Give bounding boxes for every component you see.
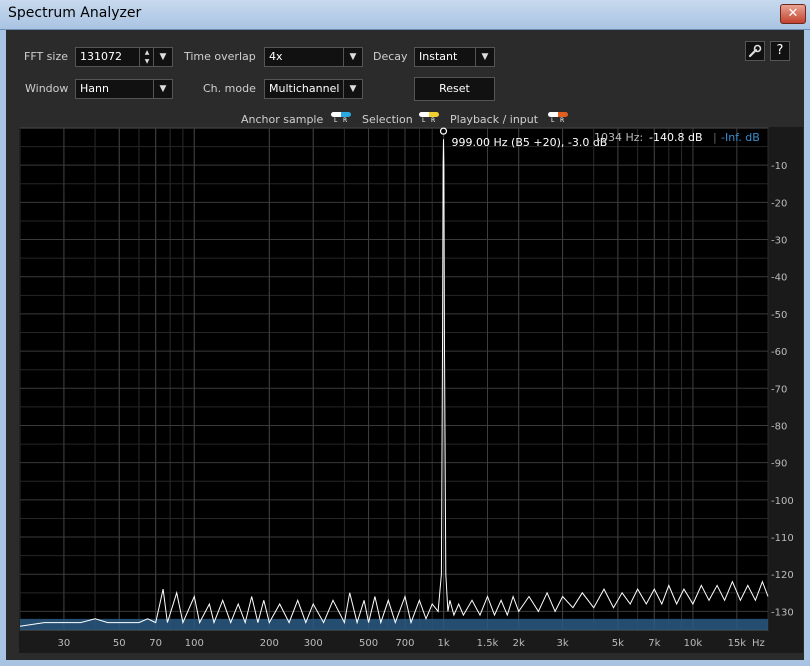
decay-select[interactable]: Instant ▼ bbox=[414, 47, 495, 67]
chevron-down-icon[interactable]: ▼ bbox=[343, 48, 362, 66]
x-tick-label: 5k bbox=[612, 638, 624, 649]
readout-right: -Inf. dB bbox=[721, 131, 760, 144]
y-tick-label: -120 bbox=[771, 570, 794, 581]
readout-freq: 1034 Hz: bbox=[594, 131, 643, 144]
x-tick-label: 30 bbox=[58, 638, 71, 649]
time-overlap-select[interactable]: 4x ▼ bbox=[264, 47, 363, 67]
y-tick-label: -30 bbox=[771, 236, 787, 247]
time-overlap-value: 4x bbox=[269, 50, 283, 63]
y-tick-label: -130 bbox=[771, 607, 794, 618]
y-tick-label: -70 bbox=[771, 384, 787, 395]
spectrum-plot[interactable]: 30 50 70 100 200 300 500 700 1k 1.5k 2k 3k 5k 7k 10k 15… bbox=[19, 127, 803, 653]
help-button[interactable]: ? bbox=[770, 41, 790, 61]
y-tick-label: -80 bbox=[771, 421, 787, 432]
x-tick-label: 100 bbox=[185, 638, 204, 649]
x-tick-label: 300 bbox=[304, 638, 323, 649]
x-tick-label: 3k bbox=[556, 638, 568, 649]
chevron-down-icon[interactable]: ▼ bbox=[343, 80, 362, 98]
legend-anchor-label: Anchor sample bbox=[241, 113, 324, 126]
y-tick-label: -20 bbox=[771, 198, 787, 209]
legend-selection-badge: LR bbox=[419, 112, 439, 124]
decay-label: Decay bbox=[373, 50, 408, 63]
legend-playback-label: Playback / input bbox=[450, 113, 539, 126]
decay-value: Instant bbox=[419, 50, 458, 63]
main-panel: FFT size 131072 ▲ ▼ ▼ Time overlap 4x ▼ D… bbox=[6, 30, 804, 660]
y-tick-label: -90 bbox=[771, 459, 787, 470]
readout-level: -140.8 dB bbox=[649, 131, 703, 144]
wrench-icon bbox=[748, 44, 762, 62]
legend-selection-label: Selection bbox=[362, 113, 413, 126]
x-tick-label: 500 bbox=[359, 638, 378, 649]
question-icon: ? bbox=[776, 43, 784, 58]
close-icon: ✕ bbox=[787, 6, 799, 21]
x-tick-label: 50 bbox=[113, 638, 126, 649]
x-tick-label: 70 bbox=[149, 638, 162, 649]
time-overlap-label: Time overlap bbox=[184, 50, 256, 63]
window-fn-value: Hann bbox=[80, 82, 109, 95]
fft-size-value: 131072 bbox=[80, 50, 122, 63]
x-tick-label: 200 bbox=[260, 638, 279, 649]
chevron-down-icon[interactable]: ▼ bbox=[153, 48, 172, 66]
legend-anchor-badge: LR bbox=[331, 112, 351, 124]
window-fn-select[interactable]: Hann ▼ bbox=[75, 79, 173, 99]
ch-mode-label: Ch. mode bbox=[203, 82, 256, 95]
plot-area bbox=[19, 127, 769, 631]
noise-floor-band bbox=[20, 618, 768, 630]
x-axis-unit: Hz bbox=[752, 638, 765, 649]
peak-label: 999.00 Hz (B5 +20), -3.0 dB bbox=[452, 136, 608, 149]
fft-size-label: FFT size bbox=[24, 50, 69, 63]
window-title: Spectrum Analyzer bbox=[8, 5, 142, 21]
x-tick-label: 7k bbox=[648, 638, 660, 649]
x-tick-label: 700 bbox=[395, 638, 414, 649]
y-tick-label: -110 bbox=[771, 533, 794, 544]
y-tick-label: -50 bbox=[771, 310, 787, 321]
legend-playback-badge: LR bbox=[548, 112, 568, 124]
window-titlebar[interactable]: Spectrum Analyzer ✕ bbox=[0, 0, 810, 30]
fft-size-select[interactable]: 131072 ▲ ▼ ▼ bbox=[75, 47, 173, 67]
close-button[interactable]: ✕ bbox=[780, 4, 806, 24]
spin-arrows-icon[interactable]: ▲ ▼ bbox=[139, 48, 154, 66]
x-tick-label: 1k bbox=[438, 638, 450, 649]
y-tick-label: -40 bbox=[771, 273, 787, 284]
x-tick-label: 15k bbox=[728, 638, 747, 649]
x-tick-label: 2k bbox=[513, 638, 525, 649]
peak-marker bbox=[439, 127, 448, 135]
chevron-down-icon[interactable]: ▼ bbox=[153, 80, 172, 98]
y-tick-label: -100 bbox=[771, 496, 794, 507]
ch-mode-value: Multichannel bbox=[269, 82, 340, 95]
y-tick-label: -60 bbox=[771, 347, 787, 358]
ch-mode-select[interactable]: Multichannel ▼ bbox=[264, 79, 363, 99]
readout-divider: | bbox=[713, 131, 717, 144]
x-tick-label: 1.5k bbox=[477, 638, 499, 649]
window-fn-label: Window bbox=[25, 82, 69, 95]
x-tick-label: 10k bbox=[684, 638, 703, 649]
chevron-down-icon[interactable]: ▼ bbox=[475, 48, 494, 66]
y-tick-label: -10 bbox=[771, 161, 787, 172]
reset-button[interactable]: Reset bbox=[414, 77, 495, 101]
settings-button[interactable] bbox=[745, 41, 765, 61]
